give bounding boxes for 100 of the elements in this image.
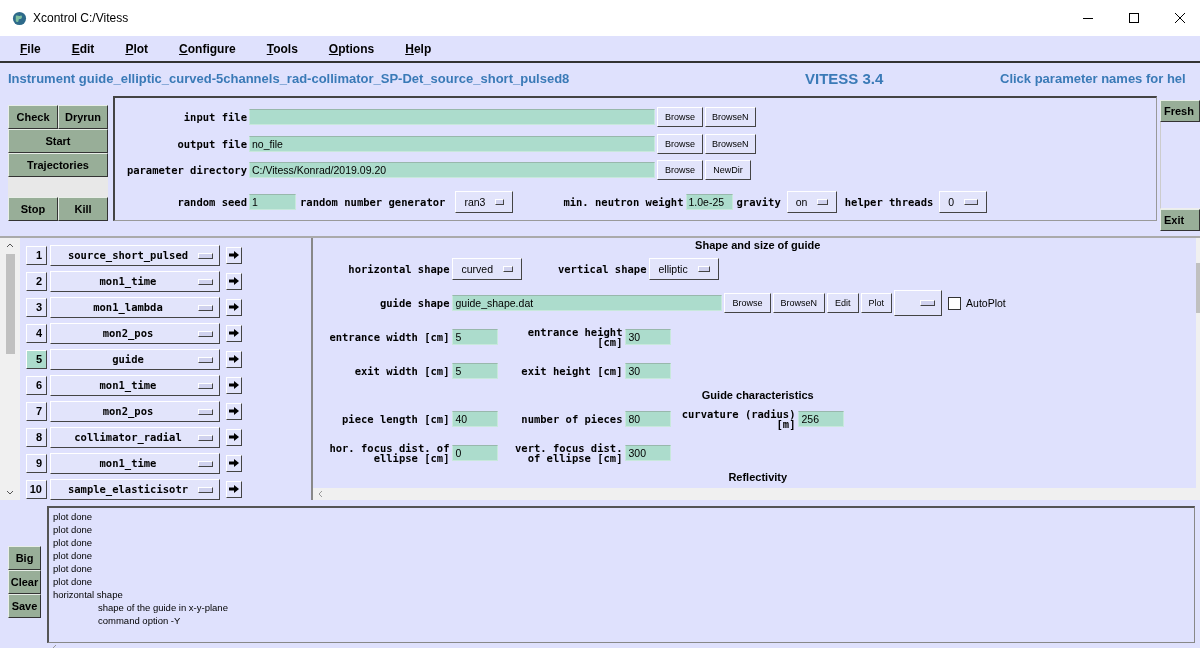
dropdown[interactable]: ran3 (455, 190, 514, 213)
module-number[interactable]: 10 (26, 479, 47, 499)
module-number[interactable]: 5 (26, 349, 47, 369)
dropdown[interactable]: 0 (939, 190, 988, 213)
close-icon[interactable] (1174, 12, 1186, 24)
forward-button[interactable] (226, 246, 242, 264)
module-dropdown[interactable]: mon1_lambda (50, 296, 220, 318)
menu-item[interactable]: Help (397, 41, 432, 56)
input-field[interactable]: 5 (452, 363, 499, 379)
chevron-down-icon[interactable] (6, 490, 14, 496)
parameter-label[interactable]: hor. focus dist. of ellipse [cm] (319, 443, 450, 463)
input-field[interactable]: 256 (798, 411, 845, 427)
forward-button[interactable] (226, 402, 242, 420)
file-button[interactable]: Browse (657, 133, 703, 154)
module-dropdown[interactable]: mon2_pos (50, 400, 220, 422)
stop-button[interactable]: Stop (8, 197, 58, 221)
forward-button[interactable] (226, 298, 242, 316)
file-button[interactable]: BrowseN (772, 293, 825, 313)
module-number[interactable]: 2 (26, 271, 47, 291)
forward-button[interactable] (226, 480, 242, 498)
file-button[interactable]: Browse (724, 293, 771, 313)
dropdown[interactable]: curved (452, 258, 523, 280)
file-button[interactable]: Plot (860, 293, 893, 313)
check-button[interactable]: Check (8, 105, 58, 129)
fresh-button[interactable]: Fresh (1160, 100, 1200, 122)
module-number[interactable]: 9 (26, 453, 47, 473)
input-field[interactable]: 30 (625, 363, 672, 379)
input-field[interactable]: 5 (452, 329, 499, 345)
input-field[interactable]: 1.0e-25 (685, 193, 733, 210)
parameter-label[interactable]: piece length [cm] (319, 414, 450, 424)
log-button[interactable]: Save (8, 594, 41, 618)
checkbox-label[interactable]: AutoPlot (966, 297, 1006, 309)
forward-button[interactable] (226, 454, 242, 472)
module-dropdown[interactable]: mon1_time (50, 374, 220, 396)
module-dropdown[interactable]: mon2_pos (50, 322, 220, 344)
menu-item[interactable]: Tools (258, 41, 298, 56)
parameter-label[interactable]: vert. focus dist. of ellipse [cm] (498, 443, 623, 463)
menu-item[interactable]: File (12, 41, 41, 56)
parameter-label[interactable]: guide shape (319, 298, 450, 308)
maximize-icon[interactable] (1128, 12, 1140, 24)
module-number[interactable]: 8 (26, 427, 47, 447)
parameter-label[interactable]: number of pieces (498, 414, 623, 424)
input-field[interactable]: 40 (452, 411, 499, 427)
parameter-label[interactable]: exit height [cm] (498, 366, 623, 376)
forward-button[interactable] (226, 350, 242, 368)
module-number[interactable]: 1 (26, 245, 47, 265)
menu-item[interactable]: Options (320, 41, 375, 56)
module-number[interactable]: 4 (26, 323, 47, 343)
input-field[interactable]: 300 (625, 445, 672, 461)
exit-button[interactable]: Exit (1160, 209, 1200, 231)
file-button[interactable]: Browse (657, 160, 703, 181)
module-dropdown[interactable]: mon1_time (50, 270, 220, 292)
parameter-label[interactable]: exit width [cm] (319, 366, 450, 376)
input-field[interactable]: 0 (452, 445, 499, 461)
parameter-label[interactable]: curvature (radius) [m] (671, 409, 796, 429)
module-number[interactable]: 7 (26, 401, 47, 421)
scrollbar-thumb[interactable] (5, 254, 15, 354)
dropdown[interactable]: on (786, 190, 837, 213)
file-button[interactable]: Browse (657, 107, 703, 128)
file-button[interactable]: Edit (827, 293, 859, 313)
log-area[interactable]: plot done plot done plot done plot done plot done plot done horizontal shape shape of the guide in x-y-plane command option -Y (47, 506, 1195, 643)
log-button[interactable]: Big (8, 546, 41, 570)
module-dropdown[interactable]: guide (50, 348, 220, 370)
menu-item[interactable]: Plot (117, 41, 149, 56)
scrollbar[interactable] (0, 238, 20, 500)
chevron-up-icon[interactable] (6, 242, 14, 248)
menu-item[interactable]: Edit (63, 41, 95, 56)
forward-button[interactable] (226, 272, 242, 290)
dropdown[interactable]: elliptic (649, 258, 720, 280)
parameter-label[interactable]: horizontal shape (319, 264, 450, 274)
input-field[interactable] (249, 109, 655, 126)
input-field[interactable]: guide_shape.dat (452, 295, 723, 311)
module-number[interactable]: 3 (26, 297, 47, 317)
module-dropdown[interactable]: source_short_pulsed (50, 244, 220, 266)
file-button[interactable]: BrowseN (705, 133, 756, 154)
input-field[interactable]: 1 (249, 193, 296, 210)
start-button[interactable]: Start (8, 129, 108, 153)
input-field[interactable]: 80 (625, 411, 672, 427)
parameter-label[interactable]: entrance width [cm] (319, 332, 450, 342)
dropdown[interactable] (894, 290, 943, 316)
module-dropdown[interactable]: mon1_time (50, 452, 220, 474)
parameter-label[interactable]: entrance height [cm] (498, 327, 623, 347)
file-button[interactable]: BrowseN (705, 107, 756, 128)
forward-button[interactable] (226, 428, 242, 446)
kill-button[interactable]: Kill (58, 197, 108, 221)
input-field[interactable]: no_file (249, 135, 655, 152)
module-number[interactable]: 6 (26, 375, 47, 395)
module-dropdown[interactable]: collimator_radial (50, 426, 220, 448)
parameter-label[interactable]: vertical shape (522, 264, 647, 274)
file-button[interactable]: NewDir (705, 160, 751, 181)
module-dropdown[interactable]: sample_elasticisotr (50, 478, 220, 500)
trajectories-button[interactable]: Trajectories (8, 153, 108, 177)
menu-item[interactable]: Configure (171, 41, 236, 56)
checkbox[interactable] (948, 296, 962, 310)
input-field[interactable]: C:/Vitess/Konrad/2019.09.20 (249, 162, 655, 179)
scrollbar-thumb[interactable] (1196, 263, 1200, 313)
dryrun-button[interactable]: Dryrun (58, 105, 108, 129)
forward-button[interactable] (226, 324, 242, 342)
log-button[interactable]: Clear (8, 570, 41, 594)
input-field[interactable]: 30 (625, 329, 672, 345)
